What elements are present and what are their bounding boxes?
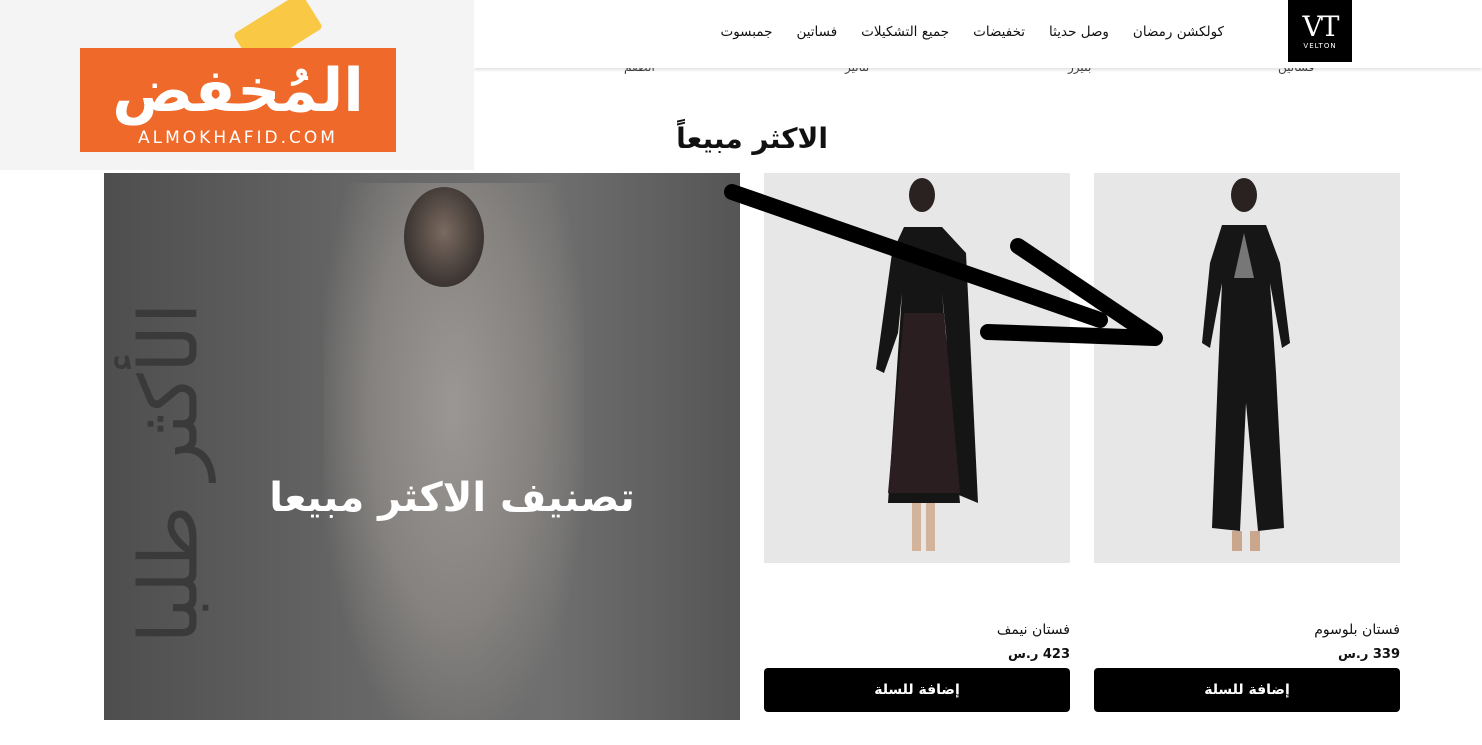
product-title[interactable]: فستان بلوسوم <box>1314 622 1400 638</box>
watermark-logo: المُخفض ALMOKHAFID.COM <box>80 48 396 152</box>
dress-illustration <box>876 178 978 551</box>
brand-logo[interactable]: VT VELTON <box>1288 0 1352 62</box>
dress-illustration <box>1202 178 1290 551</box>
section-title: الاكثر مبيعاً <box>676 122 828 155</box>
best-sellers-banner[interactable]: الأكثر طلبا تصنيف الاكثر مبيعا <box>104 173 740 720</box>
nav-item-sale[interactable]: تخفيضات <box>973 24 1025 40</box>
nav-item-all-collections[interactable]: جميع التشكيلات <box>861 24 949 40</box>
product-image[interactable] <box>764 173 1070 563</box>
almokhafid-watermark: المُخفض ALMOKHAFID.COM <box>0 0 474 170</box>
watermark-latin: ALMOKHAFID.COM <box>138 128 338 148</box>
banner-vertical-label: الأكثر طلبا <box>122 302 216 644</box>
product-image[interactable] <box>1094 173 1400 563</box>
banner-caption: تصنيف الاكثر مبيعا <box>269 475 635 521</box>
site-header: VT VELTON كولكشن رمضان وصل حديثا تخفيضات… <box>474 0 1482 68</box>
main-nav: كولكشن رمضان وصل حديثا تخفيضات جميع التش… <box>696 24 1224 40</box>
add-to-cart-button[interactable]: إضافة للسلة <box>1094 668 1400 712</box>
nav-item-new-arrivals[interactable]: وصل حديثا <box>1049 24 1109 40</box>
nav-item-jumpsuits[interactable]: جمبسوت <box>720 24 772 40</box>
product-card-blossom: فستان بلوسوم 339 ر.س إضافة للسلة <box>1094 173 1400 712</box>
product-price: 423 ر.س <box>1007 647 1070 662</box>
banner-vertical-text: الأكثر طلبا <box>114 273 224 673</box>
product-title[interactable]: فستان نيمف <box>997 622 1070 638</box>
add-to-cart-button[interactable]: إضافة للسلة <box>764 668 1070 712</box>
nav-item-ramadan[interactable]: كولكشن رمضان <box>1133 24 1224 40</box>
brand-name: VELTON <box>1303 42 1337 50</box>
nav-item-dresses[interactable]: فساتين <box>796 24 837 40</box>
product-price: 339 ر.س <box>1337 647 1400 662</box>
product-card-nymph: فستان نيمف 423 ر.س إضافة للسلة <box>764 173 1070 712</box>
watermark-arabic: المُخفض <box>112 56 364 126</box>
brand-monogram: VT <box>1302 10 1340 43</box>
banner-model-head <box>404 187 484 287</box>
